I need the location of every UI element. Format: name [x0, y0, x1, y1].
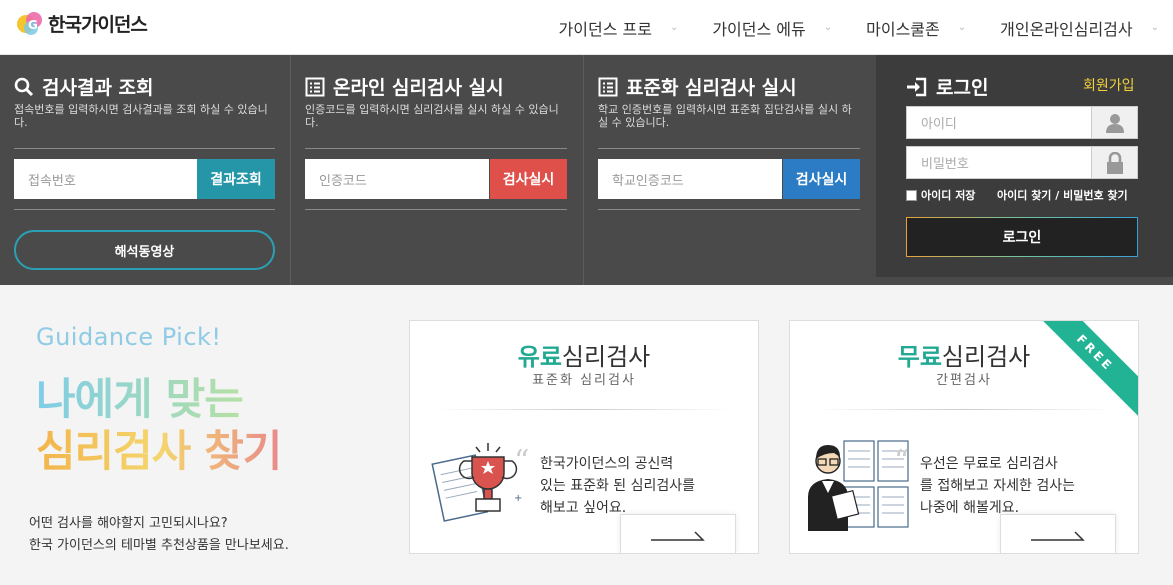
- card-quote: “ 한국가이던스의 공신력 있는 표준화 된 심리검사를 해보고 싶어요.: [514, 447, 696, 519]
- auth-code-input[interactable]: 인증코드: [305, 159, 489, 199]
- logo[interactable]: G 한국가이던스: [14, 8, 148, 38]
- section-title: 표준화 심리검사 실시: [598, 73, 797, 100]
- interpretation-video-button[interactable]: 해석동영상: [14, 230, 275, 270]
- search-icon: [14, 77, 34, 96]
- section-desc: 인증코드를 입력하시면 심리검사를 실시 하실 수 있습니다.: [305, 103, 559, 129]
- card-title: 무료심리검사: [790, 337, 1138, 372]
- quote-line: 한국가이던스의 공신력: [540, 456, 674, 472]
- section-desc: 접속번호를 입력하시면 검사결과를 조회 하실 수 있습니다.: [14, 103, 268, 129]
- intro-text: 어떤 검사를 해야할지 고민되시나요? 한국 가이던스의 테마별 추천상품을 만…: [29, 513, 289, 557]
- chevron-down-icon: ⌄: [669, 22, 679, 33]
- section-title-text: 검사결과 조회: [42, 77, 154, 99]
- arrow-right-icon: [1031, 531, 1085, 541]
- site-header: G 한국가이던스 가이던스 프로 ⌄ 가이던스 에듀 ⌄ 마이스쿨존 ⌄ 개인온라인심…: [0, 0, 1173, 55]
- card-subtitle: 표준화 심리검사: [532, 373, 636, 388]
- signup-link[interactable]: 회원가입: [1083, 75, 1135, 95]
- card-title-highlight: 유료: [517, 343, 562, 371]
- remember-id-checkbox[interactable]: 아이디 저장: [906, 187, 975, 203]
- svg-text:G: G: [28, 18, 38, 32]
- divider: [598, 148, 860, 149]
- section-title: 검사결과 조회: [14, 73, 154, 100]
- card-title: 유료심리검사: [410, 337, 758, 372]
- online-test-section: 온라인 심리검사 실시 인증코드를 입력하시면 심리검사를 실시 하실 수 있습…: [291, 55, 584, 285]
- user-icon: [1091, 107, 1137, 138]
- svg-text:+: +: [514, 493, 522, 504]
- standard-test-section: 표준화 심리검사 실시 학교 인증번호를 입력하시면 표준화 집단검사를 실시 …: [584, 55, 876, 285]
- checkbox-box[interactable]: [906, 189, 917, 201]
- standard-test-start-button[interactable]: 검사실시: [783, 159, 860, 199]
- login-button[interactable]: 로그인: [906, 217, 1138, 257]
- free-test-card[interactable]: FREE 무료심리검사 간편검사 “ 우선은 무료로 심리검사 를 접해보고 자…: [789, 320, 1139, 554]
- id-placeholder: 아이디: [921, 117, 957, 132]
- quote-icon: “: [514, 444, 530, 479]
- nav-label: 마이스쿨존: [866, 19, 940, 39]
- more-arrow-button[interactable]: [620, 514, 736, 553]
- section-title-text: 온라인 심리검사 실시: [333, 77, 504, 99]
- user-id-input[interactable]: 아이디: [906, 106, 1138, 139]
- nav-item-guidance-edu[interactable]: 가이던스 에듀 ⌄: [712, 16, 832, 40]
- intro-line: 어떤 검사를 해야할지 고민되시나요?: [29, 516, 228, 531]
- divider: [435, 409, 733, 410]
- result-lookup-section: 검사결과 조회 접속번호를 입력하시면 검사결과를 조회 하실 수 있습니다. …: [0, 55, 291, 285]
- logo-text: 한국가이던스: [48, 13, 148, 36]
- paid-test-card[interactable]: 유료심리검사 표준화 심리검사 + “ 한국가이던스의 공신력 있는 표준화 된…: [409, 320, 759, 554]
- online-test-start-button[interactable]: 검사실시: [490, 159, 567, 199]
- card-title-rest: 심리검사: [561, 343, 651, 371]
- guidance-pick-section: Guidance Pick! 나에게 맞는 심리검사 찾기 어떤 검사를 해야할…: [0, 285, 1173, 585]
- password-placeholder: 비밀번호: [921, 157, 969, 172]
- divider: [305, 209, 567, 210]
- divider: [305, 148, 567, 149]
- access-number-input[interactable]: 접속번호: [14, 159, 197, 199]
- card-title-highlight: 무료: [897, 343, 942, 371]
- nav-item-personal-online-test[interactable]: 개인온라인심리검사 ⌄: [1000, 16, 1159, 40]
- login-box: 로그인 회원가입 아이디 비밀번호 아이디 저장 아이디 찾기 / 비밀번호 찾…: [876, 55, 1173, 277]
- section-title-text: 표준화 심리검사 실시: [626, 77, 797, 99]
- result-lookup-button[interactable]: 결과조회: [197, 159, 275, 199]
- nav-label: 가이던스 에듀: [712, 19, 806, 39]
- nav-label: 개인온라인심리검사: [1000, 19, 1133, 39]
- password-input[interactable]: 비밀번호: [906, 146, 1138, 179]
- divider: [14, 148, 275, 149]
- intro-line: 한국 가이던스의 테마별 추천상품을 만나보세요.: [29, 538, 289, 553]
- lock-icon: [1091, 147, 1137, 178]
- sign-in-icon: [907, 77, 927, 96]
- card-quote: “ 우선은 무료로 심리검사 를 접해보고 자세한 검사는 나중에 해볼게요.: [894, 447, 1076, 519]
- list-icon: [305, 77, 325, 96]
- more-arrow-button[interactable]: [1000, 514, 1116, 553]
- nav-item-guidance-pro[interactable]: 가이던스 프로 ⌄: [559, 16, 679, 40]
- quick-panel: 검사결과 조회 접속번호를 입력하시면 검사결과를 조회 하실 수 있습니다. …: [0, 55, 1173, 285]
- login-title: 로그인: [906, 73, 988, 100]
- quote-line: 우선은 무료로 심리검사: [920, 456, 1058, 472]
- section-desc: 학교 인증번호를 입력하시면 표준화 집단검사를 실시 하실 수 있습니다.: [598, 103, 852, 129]
- headline-line2: 심리검사 찾기: [36, 417, 282, 479]
- chevron-down-icon: ⌄: [823, 22, 833, 33]
- login-title-text: 로그인: [936, 77, 989, 99]
- remember-label: 아이디 저장: [921, 189, 976, 202]
- logo-mark-icon: G: [14, 8, 44, 38]
- arrow-right-icon: [651, 531, 705, 541]
- nav-item-myschoolzone[interactable]: 마이스쿨존 ⌄: [866, 16, 966, 40]
- quote-line: 를 접해보고 자세한 검사는: [920, 478, 1076, 494]
- quote-line: 있는 표준화 된 심리검사를: [540, 478, 696, 494]
- school-code-input[interactable]: 학교인증코드: [598, 159, 782, 199]
- chevron-down-icon: ⌄: [1150, 22, 1159, 33]
- section-title: 온라인 심리검사 실시: [305, 73, 504, 100]
- main-nav: 가이던스 프로 ⌄ 가이던스 에듀 ⌄ 마이스쿨존 ⌄ 개인온라인심리검사 ⌄: [525, 0, 1159, 55]
- divider: [815, 409, 1113, 410]
- divider: [14, 209, 275, 210]
- nav-label: 가이던스 프로: [558, 19, 652, 39]
- divider: [598, 209, 860, 210]
- find-id-password-link[interactable]: 아이디 찾기 / 비밀번호 찾기: [997, 187, 1128, 203]
- quote-icon: “: [894, 444, 910, 479]
- card-subtitle: 간편검사: [936, 373, 992, 388]
- pick-heading: Guidance Pick!: [36, 323, 222, 351]
- chevron-down-icon: ⌄: [957, 22, 967, 33]
- list-icon: [598, 77, 618, 96]
- card-title-rest: 심리검사: [941, 343, 1031, 371]
